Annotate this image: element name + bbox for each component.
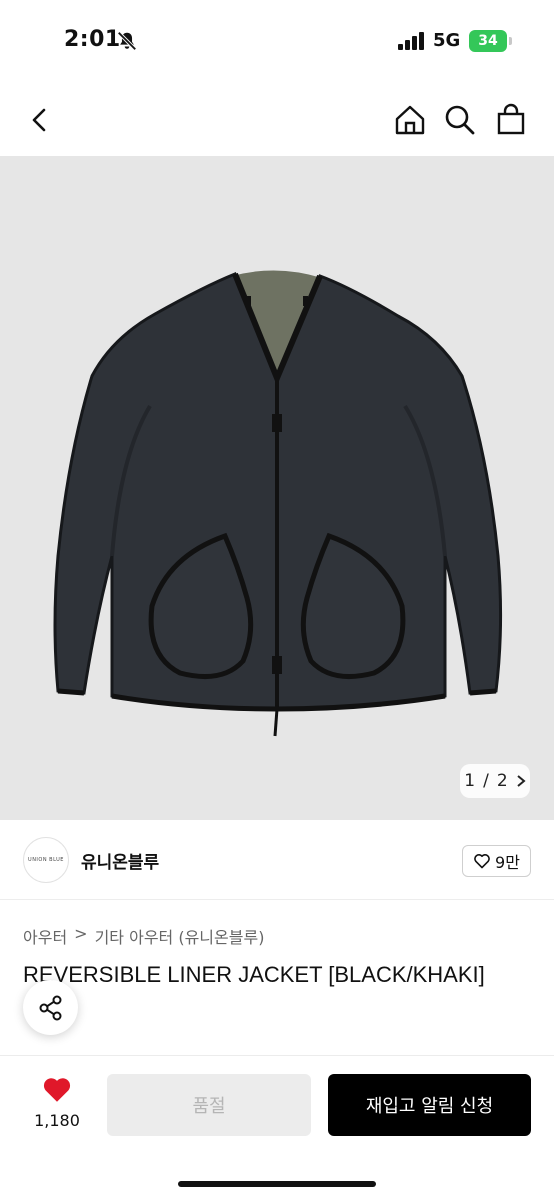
breadcrumb-category[interactable]: 아우터 — [23, 924, 67, 948]
home-icon[interactable] — [392, 102, 428, 138]
share-button[interactable] — [23, 980, 78, 1035]
gallery-pager[interactable]: 1 / 2 — [460, 764, 530, 798]
battery-level: 34 — [478, 33, 498, 49]
breadcrumb: 아우터 > 기타 아우터 (유니온블루) — [23, 924, 264, 948]
brand-like-button[interactable]: 9만 — [462, 845, 531, 877]
product-image-gallery[interactable] — [0, 156, 554, 820]
pager-separator: / — [483, 771, 489, 791]
pager-current: 1 — [464, 771, 476, 791]
wish-button[interactable]: 1,180 — [30, 1076, 84, 1130]
search-icon[interactable] — [442, 102, 478, 138]
breadcrumb-separator: > — [74, 924, 88, 943]
bottom-action-bar: 1,180 품절 재입고 알림 신청 — [0, 1055, 554, 1200]
heart-icon — [43, 1078, 71, 1102]
pager-total: 2 — [496, 771, 508, 791]
brand-row: UNION BLUE 유니온블루 9만 — [0, 820, 554, 900]
wish-count: 1,180 — [34, 1111, 80, 1130]
bell-muted-icon — [117, 31, 137, 51]
brand-like-count: 9만 — [495, 853, 520, 872]
soldout-button: 품절 — [107, 1074, 311, 1136]
brand-name[interactable]: 유니온블루 — [81, 848, 159, 873]
product-image — [53, 270, 503, 737]
restock-alert-button[interactable]: 재입고 알림 신청 — [328, 1074, 531, 1136]
home-indicator — [178, 1181, 376, 1187]
battery-icon: 34 — [469, 30, 507, 52]
top-nav — [0, 84, 554, 156]
chevron-right-icon — [517, 775, 526, 787]
signal-icon — [398, 32, 424, 50]
status-time: 2:01 — [64, 27, 121, 52]
brand-logo[interactable]: UNION BLUE — [23, 837, 69, 883]
breadcrumb-subcategory[interactable]: 기타 아우터 (유니온블루) — [95, 924, 265, 948]
battery-tip — [509, 37, 512, 45]
brand-logo-text: UNION BLUE — [28, 857, 64, 863]
heart-outline-icon — [474, 854, 490, 869]
shopping-bag-icon[interactable] — [493, 102, 529, 138]
share-icon — [39, 995, 61, 1020]
status-bar: 2:01 5G 34 — [0, 0, 554, 84]
product-title: REVERSIBLE LINER JACKET [BLACK/KHAKI] — [23, 962, 485, 987]
chevron-left-icon[interactable] — [22, 102, 58, 138]
network-label: 5G — [433, 30, 461, 51]
